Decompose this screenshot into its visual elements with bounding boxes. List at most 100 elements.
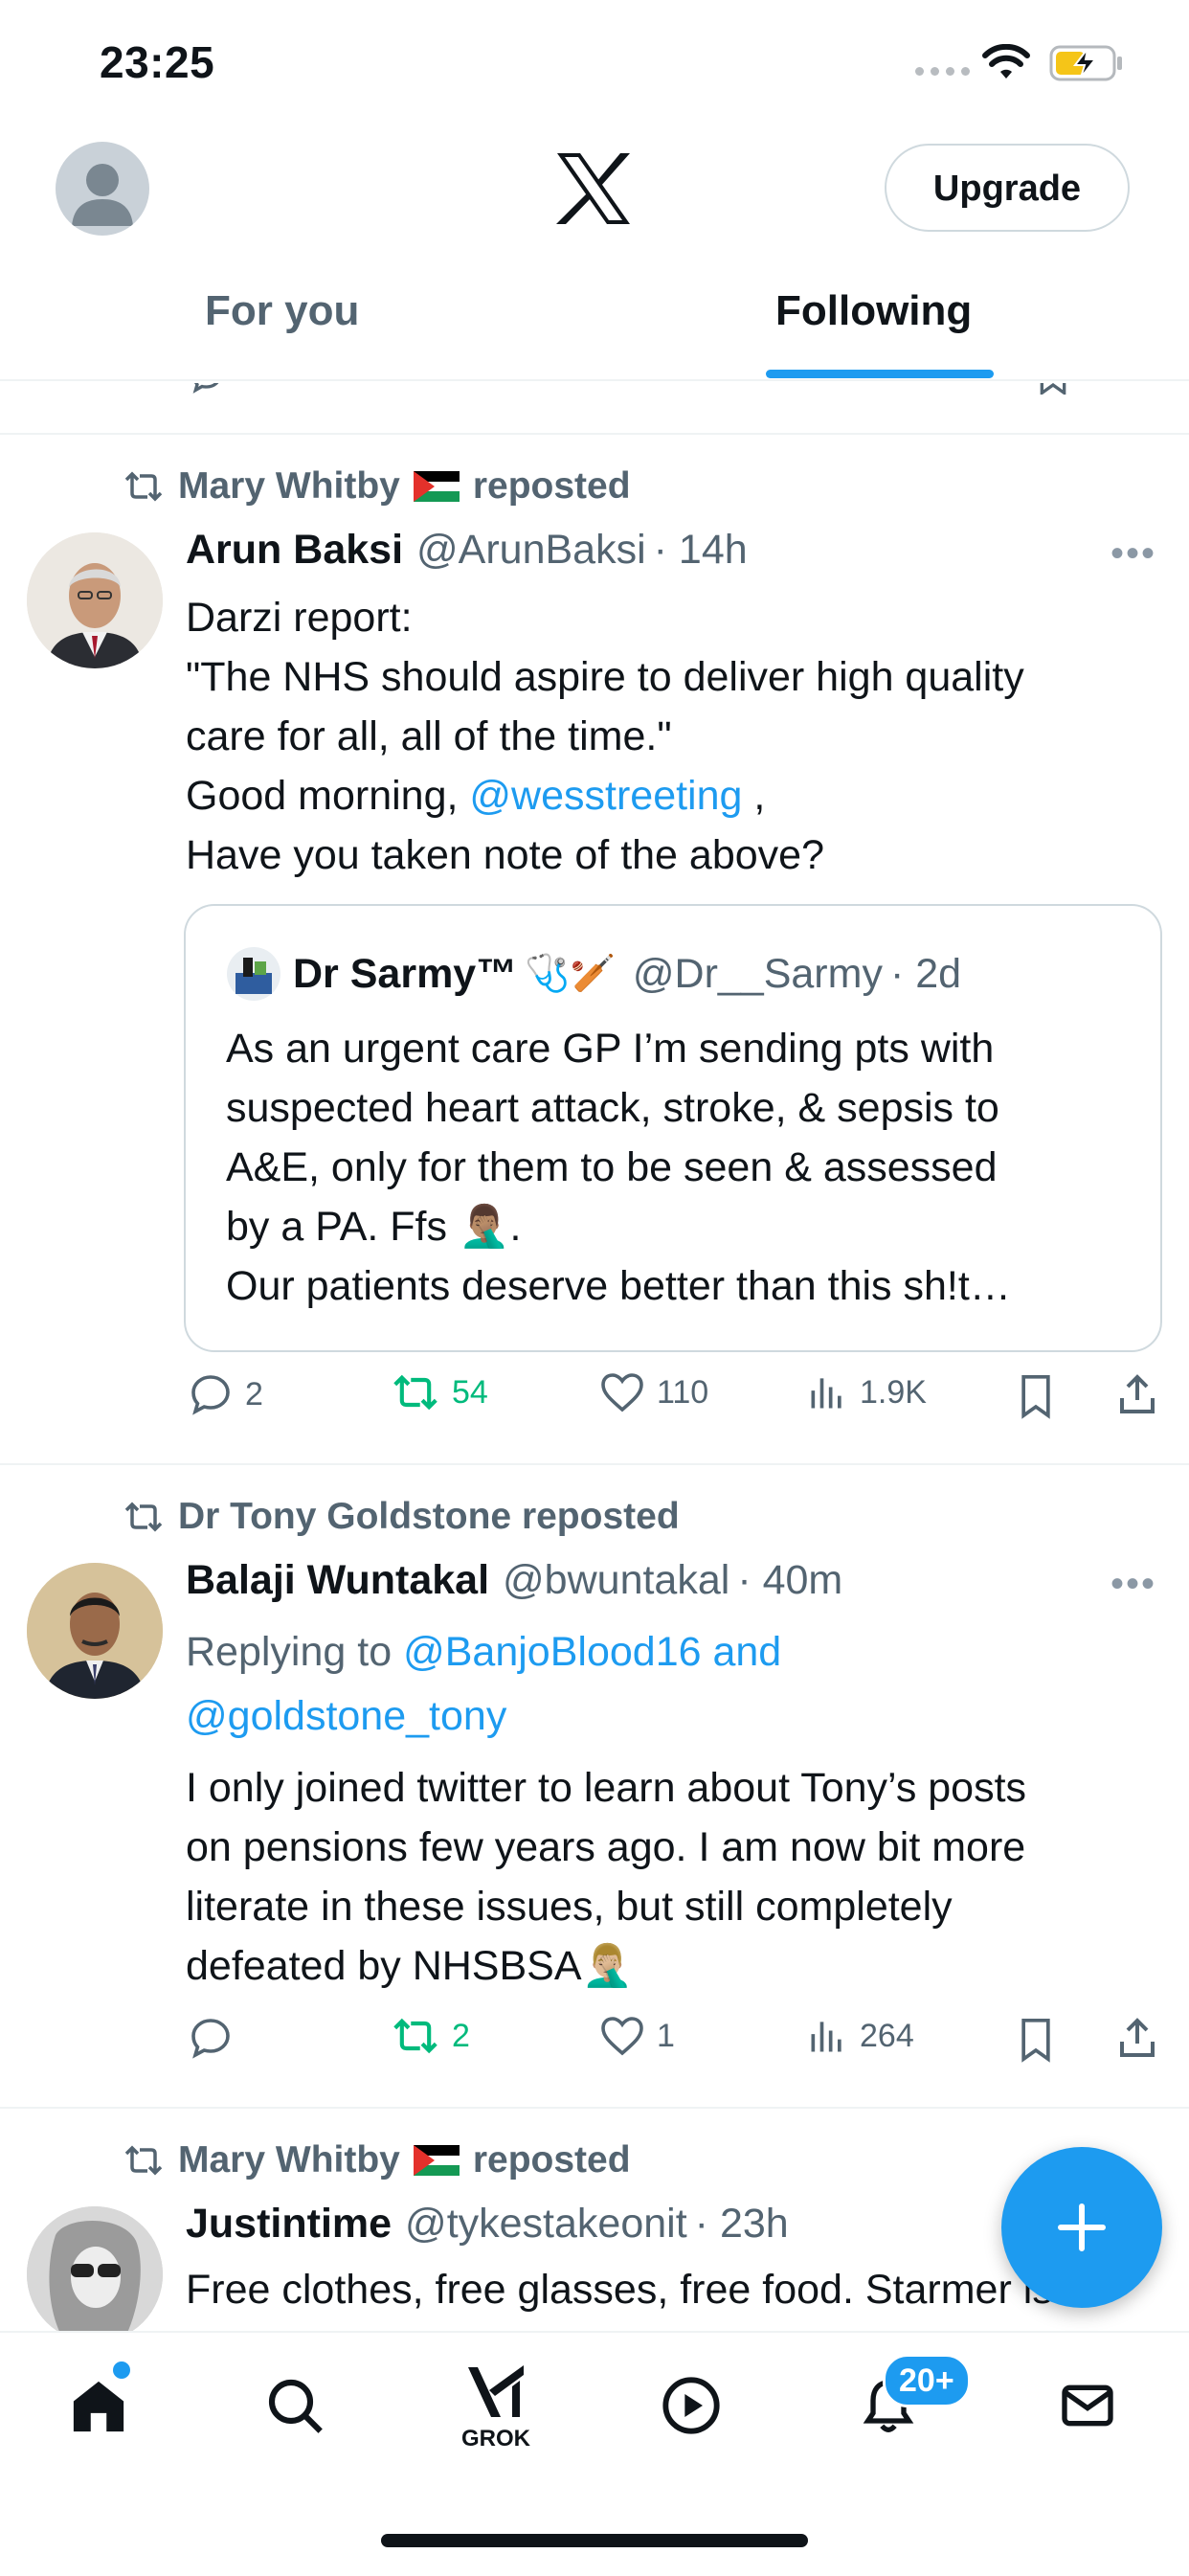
- home-indicator[interactable]: [381, 2534, 808, 2547]
- active-tab-indicator: [766, 370, 994, 378]
- profile-avatar[interactable]: [56, 142, 149, 236]
- bookmark-icon[interactable]: [1034, 383, 1072, 395]
- bookmark-icon[interactable]: [1015, 2015, 1057, 2065]
- tweet-time[interactable]: · 23h: [695, 2201, 789, 2248]
- avatar-photo: [27, 532, 163, 668]
- grok-tab[interactable]: GROK: [458, 2361, 534, 2452]
- default-avatar-icon: [72, 164, 133, 226]
- grok-icon: [468, 2365, 524, 2417]
- reply-count: 2: [245, 1375, 263, 1412]
- avatar-photo: [27, 2206, 163, 2342]
- repost-button[interactable]: 2: [391, 2015, 470, 2057]
- view-count: 1.9K: [860, 1373, 927, 1411]
- more-options-icon[interactable]: •••: [1110, 532, 1156, 576]
- repost-user[interactable]: Dr Tony Goldstone reposted: [178, 1496, 680, 1538]
- cellular-signal-icon: [915, 67, 970, 76]
- reply-button[interactable]: [188, 2015, 234, 2061]
- more-options-icon[interactable]: •••: [1110, 1563, 1156, 1606]
- tweet-header: Arun Baksi @ArunBaksi · 14h: [186, 527, 748, 574]
- divider: [0, 1463, 1189, 1465]
- views-icon: [811, 1378, 841, 1409]
- avatar[interactable]: [27, 532, 163, 668]
- mention-link[interactable]: @BanjoBlood16 and: [403, 1629, 781, 1675]
- repost-icon: [124, 1502, 163, 1532]
- upgrade-button[interactable]: Upgrade: [885, 144, 1130, 232]
- tweet-actions: 2 54 110 1.9K: [188, 1371, 1164, 1429]
- tweet-header: Justintime @tykestakeonit · 23h: [186, 2201, 789, 2248]
- view-count: 264: [860, 2017, 914, 2054]
- grok-label: GROK: [461, 2426, 530, 2452]
- replying-to: Replying to @BanjoBlood16 and @goldstone…: [186, 1620, 1162, 1749]
- share-icon[interactable]: [1114, 2015, 1160, 2061]
- views-button[interactable]: 264: [806, 2015, 914, 2057]
- repost-count: 54: [452, 1373, 488, 1411]
- views-icon: [811, 2022, 841, 2052]
- quoted-author-handle[interactable]: @Dr__Sarmy: [633, 951, 883, 998]
- notifications-badge: 20+: [883, 2354, 971, 2407]
- like-count: 1: [657, 2017, 675, 2054]
- previous-tweet-actions: [188, 383, 1164, 395]
- reply-icon: [191, 1375, 230, 1415]
- repost-indicator: Dr Tony Goldstone reposted: [123, 1496, 680, 1538]
- repost-indicator: Mary Whitby reposted: [123, 2139, 631, 2181]
- tab-following[interactable]: Following: [775, 287, 972, 335]
- heart-icon: [601, 1373, 643, 1412]
- repost-indicator: Mary Whitby reposted: [123, 465, 631, 508]
- home-icon[interactable]: [67, 2375, 130, 2438]
- plus-icon: [1058, 2203, 1106, 2251]
- quoted-tweet-text: As an urgent care GP I’m sending pts wit…: [226, 1026, 1011, 1309]
- avatar[interactable]: [226, 946, 281, 1002]
- tweet-actions: 2 1 264: [188, 2015, 1164, 2072]
- compose-button[interactable]: [1001, 2147, 1162, 2308]
- status-time: 23:25: [100, 37, 215, 87]
- quoted-tweet-time: · 2d: [889, 950, 962, 997]
- like-button[interactable]: 110: [599, 1371, 708, 1413]
- views-button[interactable]: 1.9K: [806, 1371, 927, 1413]
- divider: [0, 433, 1189, 435]
- repost-user[interactable]: Mary Whitby: [178, 465, 400, 508]
- battery-charging-icon: [1049, 45, 1122, 81]
- tweet-time[interactable]: · 40m: [737, 1557, 842, 1604]
- author-name[interactable]: Balaji Wuntakal: [186, 1557, 489, 1604]
- tweet-time[interactable]: · 14h: [654, 527, 748, 574]
- divider: [0, 379, 1189, 381]
- divider: [0, 2107, 1189, 2109]
- quoted-author-name[interactable]: Dr Sarmy™: [293, 951, 517, 998]
- messages-envelope-icon[interactable]: [1057, 2375, 1118, 2436]
- repost-icon: [393, 2018, 437, 2054]
- like-button[interactable]: 1: [599, 2015, 675, 2057]
- x-logo-icon[interactable]: [553, 151, 634, 226]
- repost-button[interactable]: 54: [391, 1371, 488, 1413]
- quoted-tweet-header: Dr Sarmy™ 🩺🏏 @Dr__Sarmy · 2d: [226, 946, 961, 1002]
- name-emoji: 🩺🏏: [525, 954, 616, 994]
- bookmark-icon[interactable]: [1015, 1371, 1057, 1421]
- tab-for-you[interactable]: For you: [205, 287, 359, 335]
- reply-button[interactable]: 2: [188, 1371, 263, 1417]
- author-name[interactable]: Justintime: [186, 2201, 392, 2248]
- wifi-icon: [982, 44, 1030, 79]
- search-icon[interactable]: [264, 2375, 325, 2436]
- like-count: 110: [657, 1373, 709, 1411]
- avatar-photo: [27, 1563, 163, 1699]
- repost-count: 2: [452, 2017, 470, 2054]
- author-handle[interactable]: @bwuntakal: [503, 1557, 729, 1604]
- video-play-icon[interactable]: [661, 2375, 722, 2436]
- mention-link[interactable]: @wesstreeting: [469, 773, 742, 819]
- share-icon[interactable]: [1114, 1371, 1160, 1417]
- repost-icon: [124, 2145, 163, 2176]
- repost-suffix: reposted: [472, 465, 631, 507]
- avatar[interactable]: [27, 1563, 163, 1699]
- reply-icon[interactable]: [188, 383, 226, 395]
- tweet-text: I only joined twitter to learn about Ton…: [186, 1765, 1027, 1989]
- home-unread-dot: [113, 2361, 130, 2379]
- author-handle[interactable]: @ArunBaksi: [416, 527, 646, 574]
- author-name[interactable]: Arun Baksi: [186, 527, 403, 574]
- timeline-tabs: For you Following: [0, 278, 1189, 379]
- mention-link[interactable]: @goldstone_tony: [186, 1684, 1162, 1749]
- repost-icon: [393, 1374, 437, 1411]
- repost-icon: [124, 471, 163, 502]
- author-handle[interactable]: @tykestakeonit: [405, 2201, 687, 2248]
- repost-user[interactable]: Mary Whitby: [178, 2139, 400, 2181]
- reply-icon: [191, 2019, 230, 2059]
- avatar[interactable]: [27, 2206, 163, 2342]
